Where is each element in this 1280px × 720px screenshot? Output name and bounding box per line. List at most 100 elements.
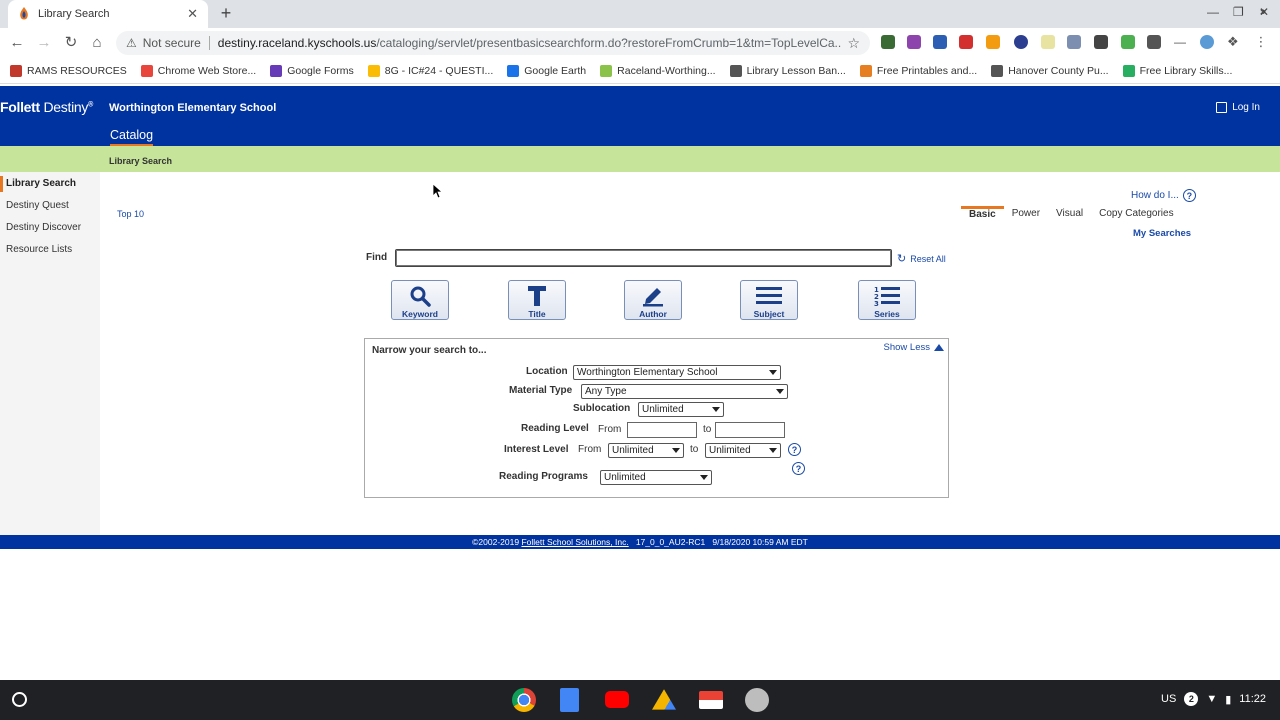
location-label: Location [526, 366, 568, 377]
bookmark-favicon-icon [367, 64, 380, 77]
interest-help-icon[interactable]: ? [788, 443, 801, 456]
google-docs-icon[interactable] [560, 688, 579, 712]
tab-visual[interactable]: Visual [1048, 206, 1091, 225]
tab-basic[interactable]: Basic [961, 206, 1004, 225]
extension-grid-icon[interactable] [1067, 35, 1081, 49]
how-do-i-link[interactable]: How do I... ? [1131, 189, 1196, 202]
reading-programs-select[interactable]: Unlimited [600, 470, 712, 485]
system-tray[interactable]: US 2 ▼ ▮ 11:22 [1153, 692, 1266, 706]
bookmark-item[interactable]: Chrome Web Store... [140, 64, 256, 77]
bookmark-item[interactable]: 8G - IC#24 - QUESTI... [367, 64, 494, 77]
launcher-icon[interactable] [12, 692, 27, 707]
gmail-icon[interactable] [699, 691, 723, 709]
keyword-search-button[interactable]: Keyword [391, 280, 449, 320]
tab-catalog[interactable]: Catalog [110, 128, 154, 146]
reading-programs-value: Unlimited [604, 472, 646, 483]
tab-power[interactable]: Power [1004, 206, 1048, 225]
sublocation-value: Unlimited [642, 404, 684, 415]
forward-arrow-icon[interactable]: → [35, 34, 53, 52]
address-bar[interactable]: ⚠ Not secure destiny.raceland.kyschools.… [116, 31, 870, 55]
location-select[interactable]: Worthington Elementary School [573, 365, 781, 380]
reading-level-to-input[interactable] [715, 422, 785, 438]
extension-k-icon[interactable] [1014, 35, 1028, 49]
chrome-menu-icon[interactable]: ⋮ [1254, 35, 1268, 49]
subject-search-button[interactable]: Subject [740, 280, 798, 320]
dropdown-arrow-icon [712, 407, 720, 412]
bookmark-item[interactable]: Google Forms [270, 64, 354, 77]
find-input[interactable] [395, 249, 892, 267]
sidebar-item-destiny-quest[interactable]: Destiny Quest [6, 200, 69, 211]
subject-button-label: Subject [753, 309, 785, 319]
bookmark-label: 8G - IC#24 - QUESTI... [384, 64, 494, 77]
author-search-button[interactable]: Author [624, 280, 682, 320]
bookmark-item[interactable]: Google Earth [507, 64, 586, 77]
extension-purple-icon[interactable] [907, 35, 921, 49]
home-icon[interactable]: ⌂ [88, 34, 106, 52]
login-link[interactable]: Log In [1216, 102, 1260, 113]
show-less-link[interactable]: Show Less [884, 342, 944, 353]
dropdown-arrow-icon [769, 448, 777, 453]
footer-copyright: ©2002-2019 [472, 537, 520, 547]
chrome-app-icon[interactable] [512, 688, 536, 712]
bookmark-item[interactable]: RAMS RESOURCES [10, 64, 127, 77]
bookmark-star-icon[interactable]: ☆ [847, 35, 860, 52]
reset-all-label: Reset All [910, 253, 946, 264]
extension-record-icon[interactable] [959, 35, 973, 49]
camera-app-icon[interactable] [745, 688, 769, 712]
programs-help-icon[interactable]: ? [792, 462, 805, 475]
extension-new-icon[interactable] [986, 35, 1000, 49]
extension-flag-icon[interactable] [933, 35, 947, 49]
sidebar: Library Search Destiny Quest Destiny Dis… [0, 172, 100, 535]
footer-company-link[interactable]: Follett School Solutions, Inc. [521, 537, 628, 547]
back-arrow-icon[interactable]: ← [8, 34, 26, 52]
sublocation-label: Sublocation [573, 403, 631, 414]
interest-to-select[interactable]: Unlimited [705, 443, 781, 458]
title-search-button[interactable]: Title [508, 280, 566, 320]
material-type-label: Material Type [509, 385, 573, 396]
magnifier-icon [410, 286, 431, 307]
youtube-icon[interactable] [605, 691, 629, 708]
bookmark-item[interactable]: Hanover County Pu... [991, 64, 1109, 77]
series-search-button[interactable]: 123 Series [858, 280, 916, 320]
tab-copy-categories[interactable]: Copy Categories [1091, 206, 1181, 225]
google-drive-icon[interactable] [652, 689, 676, 710]
sublocation-select[interactable]: Unlimited [638, 402, 724, 417]
extension-l-icon[interactable] [1147, 35, 1161, 49]
title-button-label: Title [528, 309, 546, 319]
bookmarks-overflow-icon[interactable]: » [1260, 6, 1266, 18]
sidebar-item-destiny-discover[interactable]: Destiny Discover [6, 222, 81, 233]
reading-level-from-input[interactable] [627, 422, 697, 438]
bookmark-label: Library Lesson Ban... [746, 64, 846, 77]
bookmark-item[interactable]: Library Lesson Ban... [729, 64, 846, 77]
minimize-icon[interactable]: — [1207, 5, 1219, 19]
browser-tab[interactable]: Library Search ✕ [8, 0, 208, 28]
destiny-header: Follett Destiny® Worthington Elementary … [0, 86, 1280, 146]
extension-cloud-icon[interactable] [1200, 35, 1214, 49]
extension-dash-icon[interactable]: — [1174, 35, 1188, 49]
bookmark-favicon-icon [859, 64, 872, 77]
follett-destiny-logo[interactable]: Follett Destiny® [0, 99, 93, 115]
interest-from-select[interactable]: Unlimited [608, 443, 684, 458]
sidebar-item-resource-lists[interactable]: Resource Lists [6, 244, 72, 255]
reset-all-link[interactable]: ↻ Reset All [897, 252, 946, 265]
new-tab-button[interactable]: + [216, 3, 236, 24]
pencil-icon [643, 288, 663, 307]
sidebar-item-library-search[interactable]: Library Search [6, 178, 76, 189]
bookmark-item[interactable]: Raceland-Worthing... [600, 64, 716, 77]
maximize-icon[interactable]: ❐ [1233, 5, 1244, 19]
top10-link[interactable]: Top 10 [117, 209, 144, 219]
my-searches-link[interactable]: My Searches [1133, 228, 1191, 239]
extension-news-icon[interactable] [881, 35, 895, 49]
extension-green-icon[interactable] [1121, 35, 1135, 49]
bookmark-label: Google Forms [287, 64, 354, 77]
dropdown-arrow-icon [776, 389, 784, 394]
extension-note-icon[interactable] [1041, 35, 1055, 49]
bookmark-item[interactable]: Free Library Skills... [1122, 64, 1232, 77]
reload-icon[interactable]: ↻ [62, 34, 80, 52]
tab-close-icon[interactable]: ✕ [187, 6, 198, 22]
material-type-select[interactable]: Any Type [581, 384, 788, 399]
bookmark-item[interactable]: Free Printables and... [859, 64, 977, 77]
extension-qr-icon[interactable] [1094, 35, 1108, 49]
url-text[interactable]: destiny.raceland.kyschools.us/cataloging… [218, 36, 842, 50]
extensions-puzzle-icon[interactable]: ❖ [1227, 35, 1241, 49]
